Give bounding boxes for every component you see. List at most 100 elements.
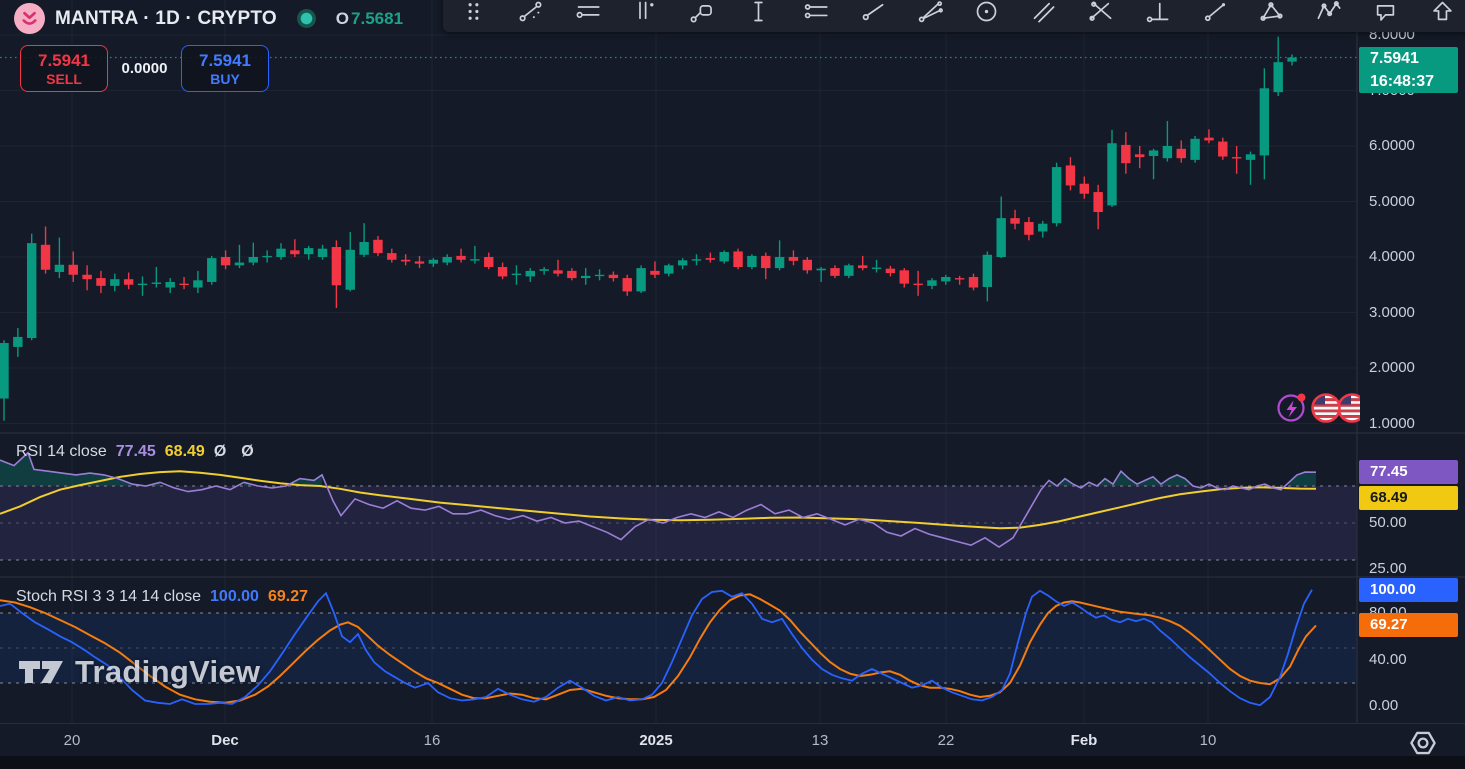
candle-body — [96, 278, 105, 286]
candle-body — [830, 268, 839, 276]
tradingview-chart-window: MANTRA · 1D · CRYPTO O7.5681 7.5941 SELL… — [0, 0, 1465, 769]
candle-body — [207, 258, 216, 282]
candle-body — [539, 269, 548, 271]
notification-dot-icon — [1298, 394, 1306, 402]
trend-line-tool[interactable] — [502, 0, 559, 28]
candle-body — [733, 251, 742, 267]
fan-lines-tool[interactable] — [901, 0, 958, 28]
candle-body — [609, 275, 618, 278]
callout-tool[interactable] — [1357, 0, 1414, 28]
rsi-indicator-title[interactable]: RSI 14 close — [16, 443, 107, 461]
candle-body — [1066, 165, 1075, 185]
parallel-channel-tool[interactable] — [787, 0, 844, 28]
vertical-line-tool[interactable] — [730, 0, 787, 28]
candle-body — [138, 284, 147, 285]
candle-body — [512, 274, 521, 275]
rsi-main-value: 77.45 — [116, 443, 156, 461]
candle-body — [678, 260, 687, 265]
rsi-scale-label: 25.00 — [1369, 560, 1407, 578]
candle-body — [886, 269, 895, 273]
candle-body — [1038, 224, 1047, 232]
time-tick-label: 22 — [938, 732, 955, 749]
current-price-value: 7.5941 — [1370, 47, 1458, 70]
stoch-scale-label: 40.00 — [1369, 651, 1407, 669]
candle-body — [1080, 184, 1089, 194]
candle-body — [221, 257, 230, 265]
price-axis-label: 1.0000 — [1369, 415, 1415, 433]
rsi-indicator-header: RSI 14 close 77.45 68.49 Ø Ø — [16, 443, 260, 461]
time-axis-settings-gear-icon[interactable] — [1408, 728, 1438, 758]
arrow-marker-tool[interactable] — [1414, 0, 1465, 28]
triangle-pattern-tool[interactable] — [1243, 0, 1300, 28]
buy-price: 7.5941 — [199, 50, 251, 71]
candle-body — [747, 256, 756, 267]
symbol-bar: MANTRA · 1D · CRYPTO O7.5681 — [14, 3, 403, 34]
candle-body — [720, 252, 729, 261]
stoch-d-badge: 69.27 — [1359, 613, 1458, 637]
rotated-rectangle-tool[interactable] — [673, 0, 730, 28]
tradingview-logo-icon — [18, 655, 64, 689]
rsi-smooth-value: 68.49 — [165, 443, 205, 461]
rsi-hidden-band-2: Ø — [241, 443, 259, 461]
candle-body — [262, 256, 271, 257]
ray-tool[interactable] — [844, 0, 901, 28]
candle-body — [900, 270, 909, 283]
candle-body — [1218, 142, 1227, 157]
time-tick-label: 2025 — [639, 732, 672, 749]
candle-body — [567, 271, 576, 278]
open-value: 7.5681 — [351, 9, 403, 28]
sell-button[interactable]: 7.5941 SELL — [20, 45, 108, 92]
mantra-om-logo-icon — [14, 3, 45, 34]
candle-body — [650, 271, 659, 275]
spread-value: 0.0000 — [108, 60, 181, 77]
stoch-k-value: 100.00 — [210, 588, 259, 606]
candle-body — [429, 260, 438, 264]
candle-body — [0, 343, 9, 399]
price-axis[interactable]: 7.5941 16:48:37 77.45 68.49 100.00 69.27… — [1358, 0, 1465, 723]
stoch-indicator-header: Stoch RSI 3 3 14 14 close 100.00 69.27 — [16, 588, 308, 606]
anchored-line-tool[interactable] — [1129, 0, 1186, 28]
price-axis-label: 6.0000 — [1369, 137, 1415, 155]
stoch-scale-label: 0.00 — [1369, 697, 1398, 715]
buy-label: BUY — [210, 71, 240, 88]
candle-body — [249, 257, 258, 263]
price-axis-label: 4.0000 — [1369, 248, 1415, 266]
candle-body — [927, 280, 936, 286]
trend-angle-tool[interactable] — [1186, 0, 1243, 28]
price-axis-label: 3.0000 — [1369, 304, 1415, 322]
candle-body — [1232, 157, 1241, 158]
candle-body — [955, 278, 964, 279]
candle-body — [179, 284, 188, 285]
drawing-toolbar[interactable] — [443, 0, 1465, 32]
candle-body — [401, 260, 410, 262]
price-axis-label: 5.0000 — [1369, 193, 1415, 211]
symbol-title[interactable]: MANTRA · 1D · CRYPTO — [55, 8, 277, 30]
candle-body — [82, 275, 91, 279]
buy-button[interactable]: 7.5941 BUY — [181, 45, 269, 92]
stoch-indicator-title[interactable]: Stoch RSI 3 3 14 14 close — [16, 588, 201, 606]
rsi-main-badge: 77.45 — [1359, 460, 1458, 484]
candle-body — [913, 284, 922, 285]
horizontal-ray-tool[interactable] — [559, 0, 616, 28]
candle-body — [41, 245, 50, 270]
stoch-k-badge: 100.00 — [1359, 578, 1458, 602]
candle-body — [969, 277, 978, 288]
candle-body — [1024, 222, 1033, 235]
candle-body — [359, 242, 368, 255]
rsi-smooth-badge: 68.49 — [1359, 486, 1458, 510]
parallel-lines-tool[interactable] — [1015, 0, 1072, 28]
circle-tool-tool[interactable] — [958, 0, 1015, 28]
candle-body — [983, 255, 992, 287]
sell-label: SELL — [46, 71, 82, 88]
candle-body — [124, 279, 133, 285]
candle-body — [304, 248, 313, 254]
drag-handle-tool[interactable] — [445, 0, 502, 28]
sell-price: 7.5941 — [38, 50, 90, 71]
time-tick-label: Feb — [1071, 732, 1098, 749]
zigzag-pattern-tool[interactable] — [1300, 0, 1357, 28]
candle-body — [1135, 154, 1144, 157]
crossed-lines-tool[interactable] — [1072, 0, 1129, 28]
market-status-icon[interactable] — [297, 9, 316, 28]
vertical-arrows-tool[interactable] — [616, 0, 673, 28]
candle-body — [415, 261, 424, 263]
